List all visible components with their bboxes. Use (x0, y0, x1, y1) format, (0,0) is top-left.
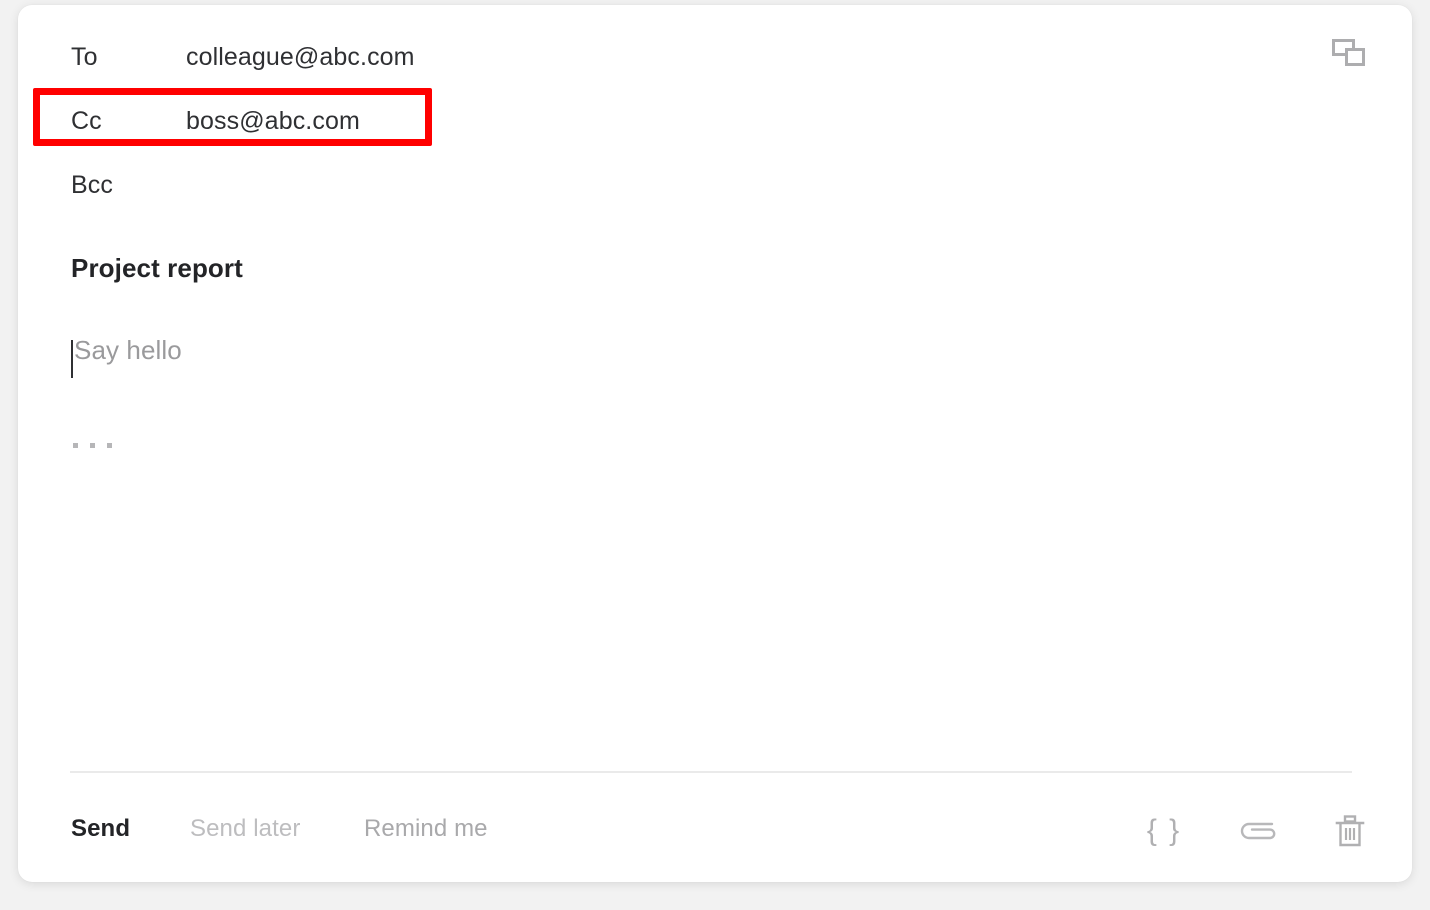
to-field-value[interactable]: colleague@abc.com (186, 43, 415, 72)
cc-field-value[interactable]: boss@abc.com (186, 107, 360, 136)
cc-field-label: Cc (71, 106, 102, 135)
message-body-area[interactable]: Say hello (71, 335, 1351, 735)
paperclip-icon[interactable] (1230, 807, 1286, 855)
send-later-button[interactable]: Send later (190, 815, 300, 843)
trash-icon[interactable] (1322, 807, 1378, 855)
snippet-icon[interactable]: { } (1136, 807, 1192, 855)
snippet-icon-glyph: { } (1146, 814, 1182, 847)
compose-email-card: To colleague@abc.com Cc boss@abc.com Bcc… (18, 5, 1412, 882)
cc-field-row[interactable]: Cc boss@abc.com (18, 93, 1412, 149)
bcc-field-row[interactable]: Bcc (18, 157, 1412, 213)
to-field-row[interactable]: To colleague@abc.com (18, 29, 1412, 85)
send-button[interactable]: Send (71, 815, 130, 843)
more-options-ellipsis-icon[interactable] (73, 443, 112, 448)
footer-toolbar: Send Send later Remind me { } (18, 791, 1412, 881)
subject-field[interactable]: Project report (71, 253, 243, 284)
to-field-label: To (71, 42, 98, 71)
footer-divider (70, 771, 1352, 773)
body-placeholder-text: Say hello (74, 335, 182, 365)
bcc-field-label: Bcc (71, 170, 113, 199)
remind-me-button[interactable]: Remind me (364, 815, 488, 843)
text-cursor (71, 340, 73, 378)
